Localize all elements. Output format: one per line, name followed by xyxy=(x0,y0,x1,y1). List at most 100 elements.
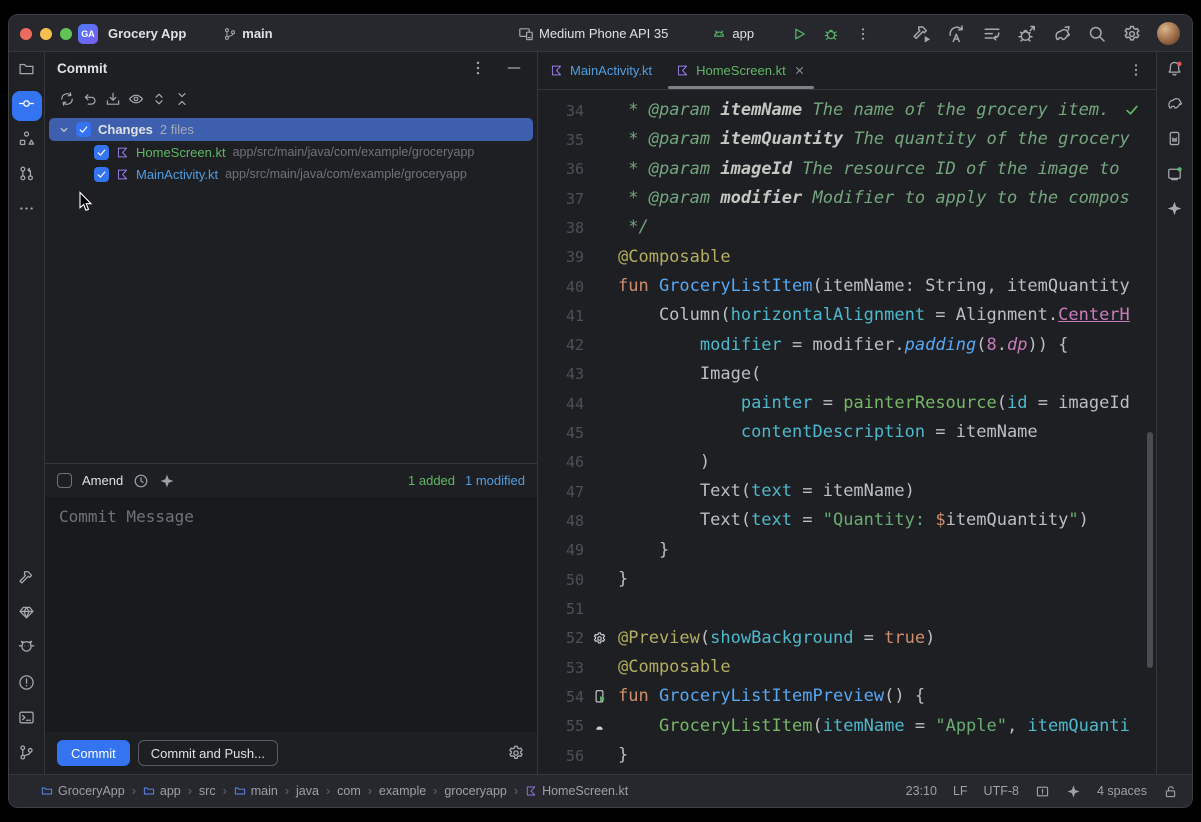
file-checkbox[interactable] xyxy=(94,145,109,160)
build-run-icon[interactable] xyxy=(912,24,932,44)
code-line-55[interactable]: GroceryListItem(itemName = "Apple", item… xyxy=(618,712,1156,741)
code-line-56[interactable]: } xyxy=(618,741,1156,770)
changes-group-row[interactable]: Changes 2 files xyxy=(49,118,533,141)
project-selector[interactable]: Grocery App xyxy=(104,22,205,45)
run-button[interactable] xyxy=(791,26,807,42)
settings-icon[interactable] xyxy=(1122,24,1142,44)
debug-button[interactable] xyxy=(823,26,839,42)
code-line-42[interactable]: modifier = modifier.padding(8.dp)) { xyxy=(618,331,1156,360)
commit-panel-options-button[interactable] xyxy=(469,59,487,77)
run-config-selector[interactable]: app xyxy=(707,22,773,46)
profiler-icon[interactable] xyxy=(1017,24,1037,44)
more-run-actions-button[interactable] xyxy=(855,26,871,42)
breadcrumb-item[interactable]: GroceryApp xyxy=(41,784,125,798)
code-line-45[interactable]: contentDescription = itemName xyxy=(618,418,1156,447)
code-line-41[interactable]: Column(horizontalAlignment = Alignment.C… xyxy=(618,301,1156,330)
breadcrumb-item[interactable]: java xyxy=(296,784,319,798)
editor-scrollbar[interactable] xyxy=(1147,432,1153,668)
close-tab-icon[interactable] xyxy=(793,64,806,77)
inspections-ok-icon[interactable] xyxy=(1124,102,1140,118)
tool-notifications[interactable] xyxy=(1160,56,1190,86)
changed-file-row[interactable]: MainActivity.kt app/src/main/java/com/ex… xyxy=(49,163,533,185)
view-options-icon[interactable] xyxy=(124,87,147,111)
line-ending[interactable]: LF xyxy=(953,784,968,798)
commit-settings-gear-icon[interactable] xyxy=(507,744,525,762)
droid-gutter-icon[interactable] xyxy=(584,719,614,734)
tool-running-devices[interactable] xyxy=(1160,126,1190,156)
code-line-40[interactable]: fun GroceryListItem(itemName: String, it… xyxy=(618,272,1156,301)
code-line-49[interactable]: } xyxy=(618,536,1156,565)
tool-pull-requests[interactable] xyxy=(12,161,42,191)
search-everywhere-icon[interactable] xyxy=(1087,24,1107,44)
close-window-button[interactable] xyxy=(20,28,32,40)
caret-position[interactable]: 23:10 xyxy=(906,784,937,798)
tab-MainActivity.kt[interactable]: MainActivity.kt xyxy=(538,52,664,89)
code-line-53[interactable]: @Composable xyxy=(618,653,1156,682)
code-line-44[interactable]: painter = painterResource(id = imageId xyxy=(618,389,1156,418)
code-line-48[interactable]: Text(text = "Quantity: $itemQuantity") xyxy=(618,506,1156,535)
build-variants-icon[interactable] xyxy=(982,24,1002,44)
breadcrumb-item[interactable]: app xyxy=(143,784,181,798)
tool-version-control[interactable] xyxy=(12,740,42,770)
tab-HomeScreen.kt[interactable]: HomeScreen.kt xyxy=(664,52,818,89)
tool-gradle[interactable] xyxy=(1160,91,1190,121)
minimize-window-button[interactable] xyxy=(40,28,52,40)
tree-expand-chevron-icon[interactable] xyxy=(59,125,69,135)
tool-device-manager[interactable] xyxy=(1160,161,1190,191)
ai-assistant-icon[interactable] xyxy=(1066,784,1081,799)
tool-problems[interactable] xyxy=(12,670,42,700)
code-line-47[interactable]: Text(text = itemName) xyxy=(618,477,1156,506)
reader-mode-icon[interactable] xyxy=(1035,784,1050,799)
code-line-34[interactable]: * @param itemName The name of the grocer… xyxy=(618,96,1156,125)
branch-selector[interactable]: main xyxy=(219,22,291,45)
ai-commit-message-icon[interactable] xyxy=(159,473,175,489)
avatar[interactable] xyxy=(1157,22,1180,45)
unlock-icon[interactable] xyxy=(1163,784,1178,799)
tool-commit[interactable] xyxy=(12,91,42,121)
code-line-35[interactable]: * @param itemQuantity The quantity of th… xyxy=(618,125,1156,154)
run-gutter-icon[interactable] xyxy=(584,689,614,704)
tool-build[interactable] xyxy=(12,565,42,595)
tool-terminal[interactable] xyxy=(12,705,42,735)
breadcrumb-item[interactable]: groceryapp xyxy=(444,784,507,798)
refresh-icon[interactable] xyxy=(55,87,78,111)
tool-project[interactable] xyxy=(12,56,42,86)
indent-setting[interactable]: 4 spaces xyxy=(1097,784,1147,798)
code-line-37[interactable]: * @param modifier Modifier to apply to t… xyxy=(618,184,1156,213)
tool-more[interactable] xyxy=(12,196,42,226)
code-line-39[interactable]: @Composable xyxy=(618,243,1156,272)
breadcrumb-item[interactable]: com xyxy=(337,784,361,798)
breadcrumb-item[interactable]: main xyxy=(234,784,278,798)
tool-structure[interactable] xyxy=(12,126,42,156)
changes-group-checkbox[interactable] xyxy=(76,122,91,137)
amend-checkbox[interactable] xyxy=(57,473,72,488)
collapse-all-icon[interactable] xyxy=(170,87,193,111)
commit-and-push-button[interactable]: Commit and Push... xyxy=(138,740,278,766)
tool-gemini[interactable] xyxy=(1160,196,1190,226)
gradle-sync-icon[interactable] xyxy=(1052,24,1072,44)
code-line-51[interactable] xyxy=(618,594,1156,623)
tool-app-quality[interactable] xyxy=(12,600,42,630)
code-area[interactable]: * @param itemName The name of the grocer… xyxy=(618,96,1156,774)
commit-message-input[interactable]: Commit Message xyxy=(45,497,537,732)
breadcrumb-item[interactable]: HomeScreen.kt xyxy=(525,784,628,798)
code-line-54[interactable]: fun GroceryListItemPreview() { xyxy=(618,682,1156,711)
code-line-50[interactable]: } xyxy=(618,565,1156,594)
changed-file-row[interactable]: HomeScreen.kt app/src/main/java/com/exam… xyxy=(49,141,533,163)
zoom-window-button[interactable] xyxy=(60,28,72,40)
code-line-43[interactable]: Image( xyxy=(618,360,1156,389)
code-line-52[interactable]: @Preview(showBackground = true) xyxy=(618,624,1156,653)
tab-options-icon[interactable] xyxy=(1128,62,1146,80)
breadcrumb-item[interactable]: example xyxy=(379,784,426,798)
rollback-icon[interactable] xyxy=(78,87,101,111)
expand-all-icon[interactable] xyxy=(147,87,170,111)
commit-panel-hide-button[interactable] xyxy=(505,59,523,77)
device-selector[interactable]: Medium Phone API 35 xyxy=(514,22,687,46)
shelve-icon[interactable] xyxy=(101,87,124,111)
tool-logcat[interactable] xyxy=(12,635,42,665)
gear-gutter-icon[interactable] xyxy=(584,631,614,646)
commit-button[interactable]: Commit xyxy=(57,740,130,766)
code-line-46[interactable]: ) xyxy=(618,448,1156,477)
breadcrumb-item[interactable]: src xyxy=(199,784,216,798)
encoding[interactable]: UTF-8 xyxy=(984,784,1019,798)
